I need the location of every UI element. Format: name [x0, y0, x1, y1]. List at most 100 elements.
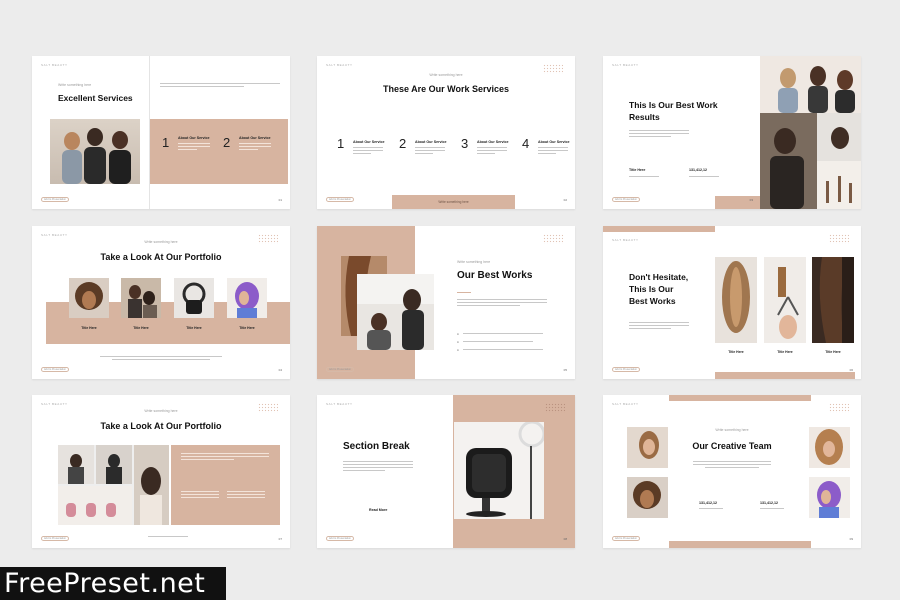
page-number: 06 — [849, 368, 853, 372]
slide-creative-team[interactable]: SALT BEAUTY Write something here Our Cre… — [603, 395, 861, 548]
bullet-item: ● — [457, 332, 459, 336]
salon-chair-photo — [454, 422, 544, 519]
photo-caption: Title Here — [133, 326, 149, 330]
brand-label: SALT BEAUTY — [612, 402, 639, 406]
services-panel: 1 About Our Service 2 About Our Service — [150, 119, 288, 184]
add-to-presentation-button[interactable]: Add to Presentation — [326, 197, 354, 202]
service-name: About Our Service — [415, 140, 447, 144]
slide-title: Section Break — [343, 441, 410, 452]
service-name: About Our Service — [353, 140, 385, 144]
bullet-item: ● — [457, 348, 459, 352]
add-to-presentation-button[interactable]: Add to Presentation — [612, 367, 640, 372]
add-to-presentation-button[interactable]: Add to Presentation — [41, 197, 69, 202]
photo-caption: Title Here — [239, 326, 255, 330]
slide-dont-hesitate[interactable]: SALT BEAUTY Don't Hesitate, This Is Our … — [603, 226, 861, 379]
add-to-presentation-button[interactable]: Add to Presentation — [612, 197, 640, 202]
team-member-photo-2 — [627, 477, 668, 518]
kicker: Write something here — [457, 260, 491, 264]
stat-label: Title Here — [629, 168, 646, 172]
kicker: Write something here — [429, 73, 463, 77]
slide-title-line2: Results — [629, 112, 660, 122]
page-number: 01 — [278, 198, 282, 202]
service-number: 1 — [337, 136, 345, 151]
add-to-presentation-button[interactable]: Add to Presentation — [326, 367, 354, 372]
bullet-item: ● — [457, 340, 459, 344]
page-number: 09 — [849, 537, 853, 541]
service-number: 2 — [223, 135, 231, 150]
stat-value: 131,412,12 — [760, 501, 778, 505]
accent-bar-top — [603, 226, 715, 232]
slide-title-line2: This Is Our — [629, 284, 674, 294]
brand-label: SALT BEAUTY — [41, 63, 68, 67]
photo-caption: Title Here — [825, 350, 841, 354]
salon-photo-grid — [58, 445, 169, 525]
watermark-logo: FreePreset.net — [0, 567, 226, 600]
slide-section-break[interactable]: SALT BEAUTY Section Break Read More Add … — [317, 395, 575, 548]
service-name: About Our Service — [239, 136, 271, 140]
accent-bar: Write something here — [392, 195, 515, 209]
add-to-presentation-button[interactable]: Add to Presentation — [612, 536, 640, 541]
body-text — [160, 83, 280, 89]
kicker: Write something here — [144, 240, 178, 244]
dot-pattern — [543, 234, 563, 244]
read-more-link[interactable]: Read More — [369, 508, 387, 512]
slide-work-services[interactable]: SALT BEAUTY Write something here These A… — [317, 56, 575, 209]
brand-label: SALT BEAUTY — [41, 402, 68, 406]
portfolio-photo-3 — [174, 278, 214, 318]
hair-photo-3 — [812, 257, 854, 343]
brand-label: SALT BEAUTY — [612, 63, 639, 67]
page-number: 03 — [749, 198, 753, 202]
accent-bar-bottom — [669, 541, 811, 548]
service-name: About Our Service — [477, 140, 509, 144]
photo-caption: Title Here — [81, 326, 97, 330]
team-member-photo-3 — [809, 427, 850, 468]
add-to-presentation-button[interactable]: Add to Presentation — [41, 367, 69, 372]
slide-title: Excellent Services — [58, 93, 133, 103]
slide-title: Take a Look At Our Portfolio — [100, 252, 222, 262]
features-panel — [171, 445, 280, 525]
slide-best-work-results[interactable]: SALT BEAUTY This Is Our Best Work Result… — [603, 56, 861, 209]
brand-label: SALT BEAUTY — [612, 238, 639, 242]
brand-label: SALT BEAUTY — [326, 63, 353, 67]
results-photo-grid — [760, 56, 861, 209]
slide-best-works[interactable]: Write something here Our Best Works ● ● … — [317, 226, 575, 379]
page-number: 05 — [563, 368, 567, 372]
service-number: 4 — [522, 136, 530, 151]
team-member-photo-4 — [809, 477, 850, 518]
page-number: 08 — [563, 537, 567, 541]
team-member-photo-1 — [627, 427, 668, 468]
dot-pattern — [829, 234, 849, 244]
stat-value: 131,412,12 — [689, 168, 707, 172]
hair-photo-2 — [764, 257, 806, 343]
service-name: About Our Service — [178, 136, 210, 140]
page-number: 04 — [278, 368, 282, 372]
portfolio-photo-4 — [227, 278, 267, 318]
accent-bar-bottom — [715, 372, 855, 379]
portfolio-photo-1 — [69, 278, 109, 318]
slide-title-line1: Don't Hesitate, — [629, 272, 689, 282]
brand-label: SALT BEAUTY — [41, 233, 68, 237]
service-number: 2 — [399, 136, 407, 151]
hair-photo-1 — [715, 257, 757, 343]
best-works-photo-2 — [357, 274, 434, 350]
slide-portfolio-1[interactable]: SALT BEAUTY Write something here Take a … — [32, 226, 290, 379]
slide-title: These Are Our Work Services — [382, 84, 510, 94]
slide-title: Our Best Works — [457, 270, 533, 281]
team-photo — [50, 119, 140, 184]
photo-caption: Title Here — [186, 326, 202, 330]
slide-title: Take a Look At Our Portfolio — [100, 421, 222, 431]
photo-caption: Title Here — [777, 350, 793, 354]
photo-caption: Title Here — [728, 350, 744, 354]
slide-excellent-services[interactable]: SALT BEAUTY Write something here Excelle… — [32, 56, 290, 209]
dot-pattern — [829, 403, 849, 413]
slide-title-line3: Best Works — [629, 296, 676, 306]
service-name: About Our Service — [538, 140, 570, 144]
accent-bar — [715, 196, 760, 209]
add-to-presentation-button[interactable]: Add to Presentation — [41, 536, 69, 541]
title-underline — [457, 292, 471, 293]
slide-portfolio-2[interactable]: SALT BEAUTY Write something here Take a … — [32, 395, 290, 548]
dot-pattern — [545, 403, 565, 413]
add-to-presentation-button[interactable]: Add to Presentation — [326, 536, 354, 541]
page-number: 07 — [278, 537, 282, 541]
kicker: Write something here — [58, 83, 92, 87]
